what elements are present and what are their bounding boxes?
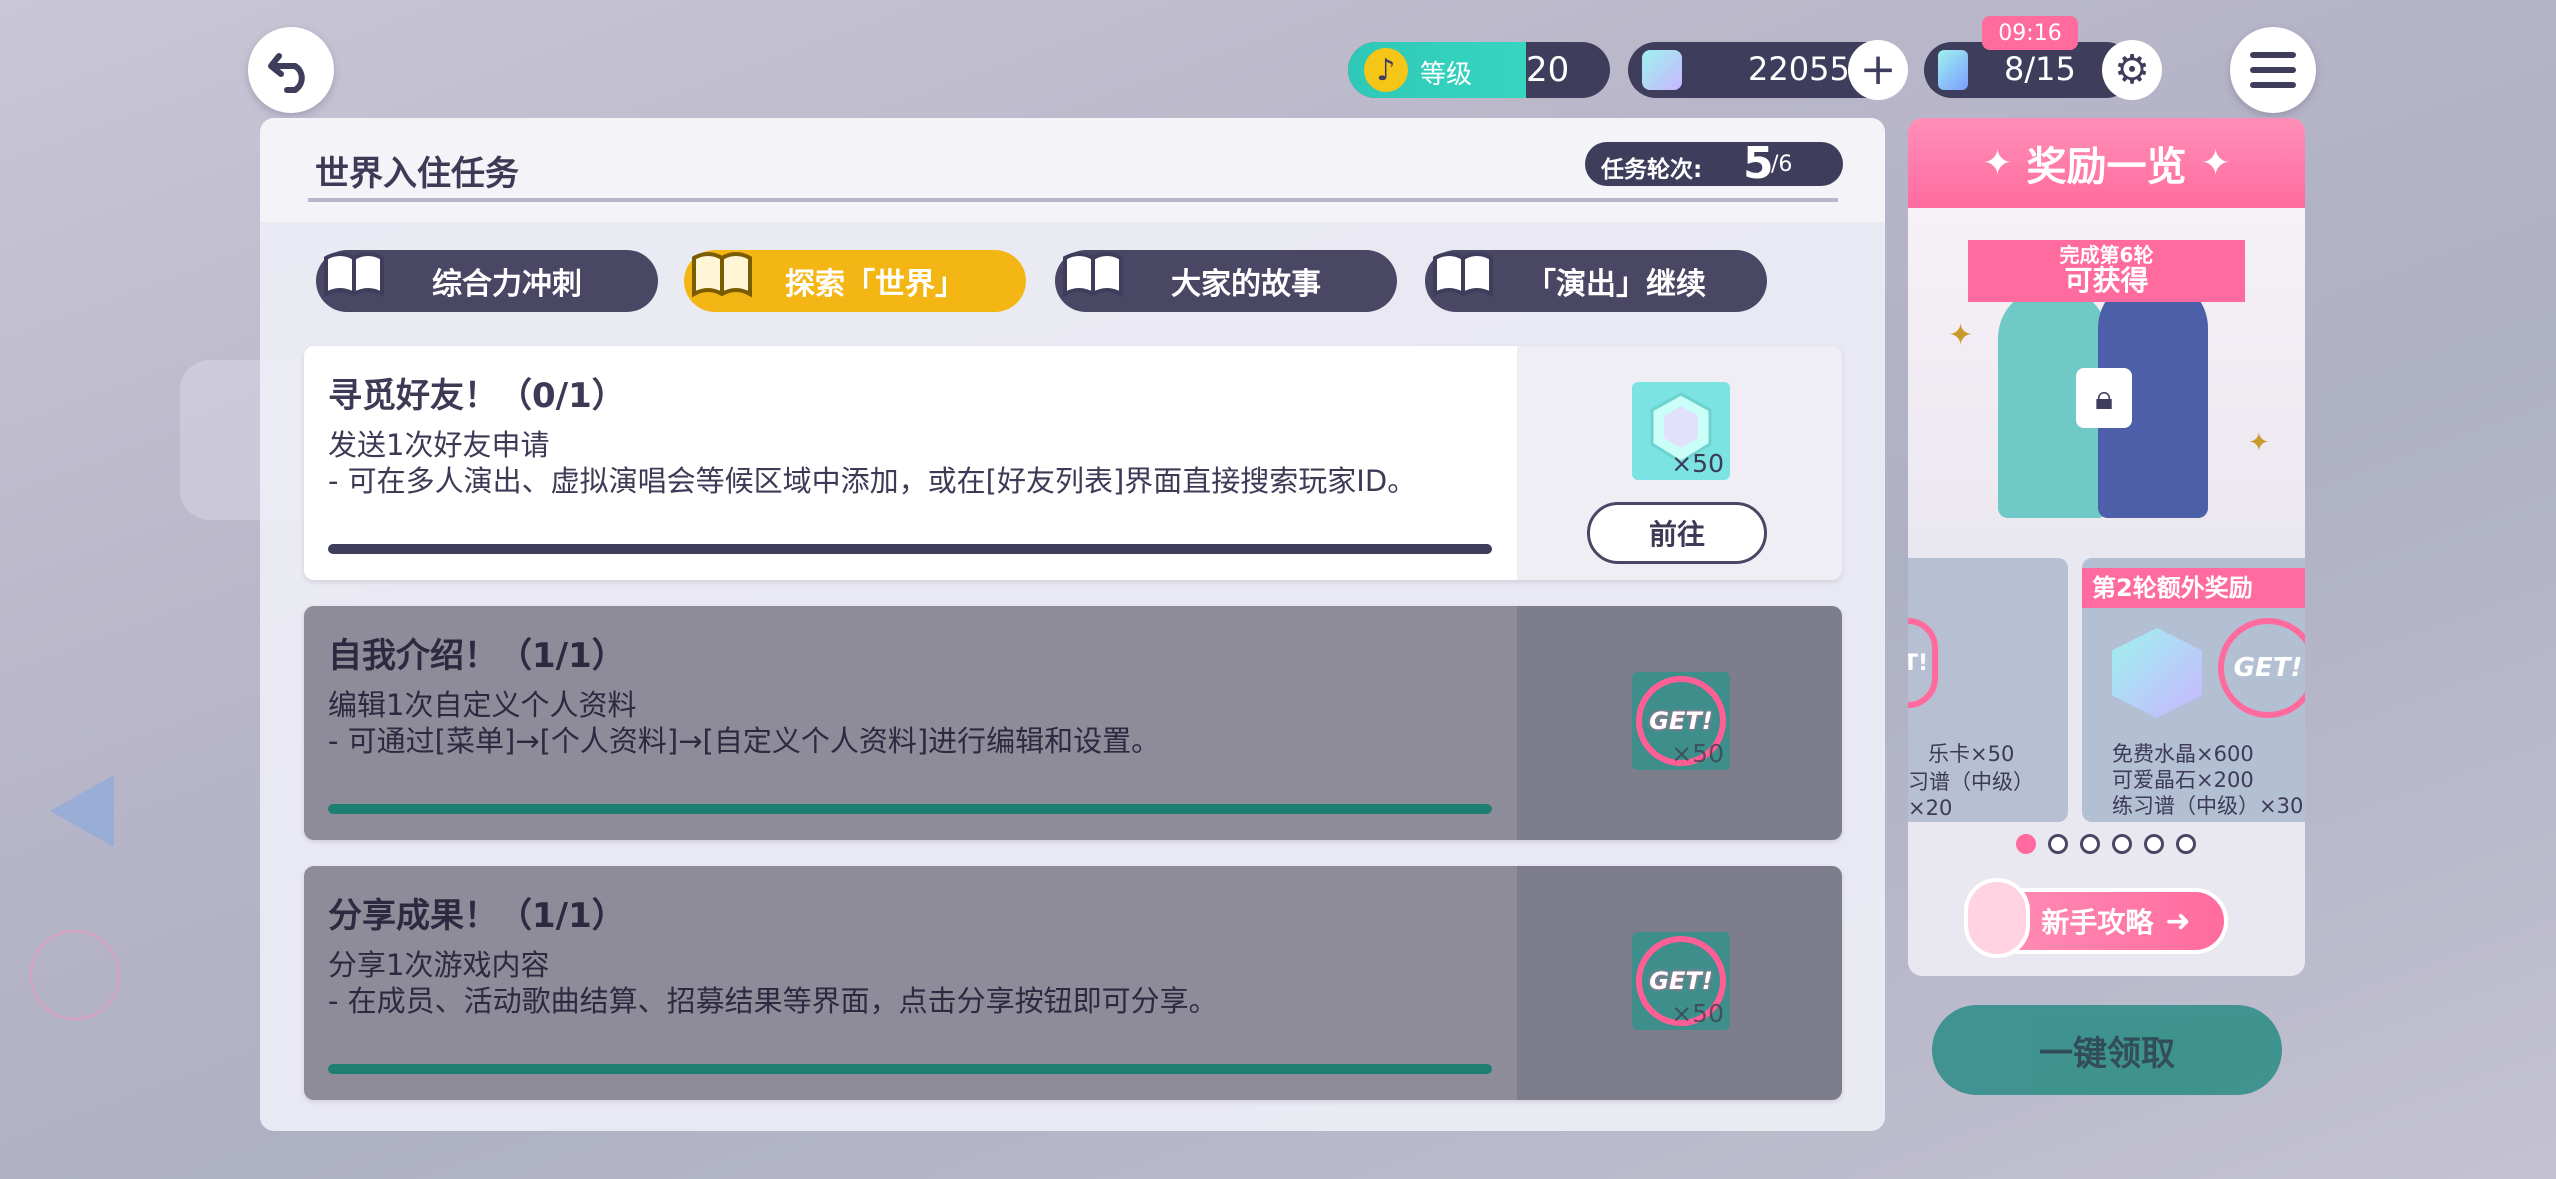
back-button[interactable]	[248, 27, 334, 113]
ribbon-bottom-text: 可获得	[2064, 264, 2149, 297]
round-label: 任务轮次:	[1601, 157, 1703, 183]
reward-list-header: ✦ 奖励一览 ✦	[1908, 118, 2305, 208]
tab-power-sprint[interactable]: 综合力冲刺	[316, 250, 658, 312]
task-description: - 可通过[菜单]→[个人资料]→[自定义个人资料]进行编辑和设置。	[328, 724, 1161, 758]
sparkle-icon: ✦	[1948, 318, 1974, 353]
reward-list-title: 奖励一览	[2026, 144, 2187, 190]
crystal-icon	[1642, 50, 1682, 90]
tab-label: 探索「世界」	[785, 267, 965, 302]
reward-card[interactable]: 第2轮额外奖励 GET! 免费水晶×600 可爱晶石×200 练习谱（中级）×3…	[2082, 558, 2305, 822]
book-icon	[692, 252, 752, 298]
crystal-reward-icon: ×50	[1632, 382, 1730, 480]
level-label: 等级	[1420, 60, 1473, 90]
ribbon-top-text: 完成第6轮	[2059, 243, 2154, 267]
carousel-dot[interactable]	[2112, 834, 2132, 854]
card-header: 第2轮额外奖励	[2082, 568, 2305, 608]
music-note-icon: ♪	[1364, 48, 1408, 92]
energy-icon	[1938, 50, 1968, 90]
task-title: 分享成果！（1/1）	[328, 896, 626, 936]
reward-quantity: ×50	[1671, 739, 1724, 768]
task-progress-bar	[328, 544, 1492, 554]
panel-title: 世界入住任务	[315, 154, 519, 194]
get-stamp: GET!	[1908, 618, 1938, 708]
book-icon	[324, 252, 384, 298]
gear-icon: ⚙	[2114, 47, 2150, 93]
round-total: /6	[1771, 152, 1793, 177]
reward-quantity: ×50	[1671, 999, 1724, 1028]
sparkle-icon: ✦	[2248, 428, 2270, 458]
header-divider	[308, 198, 1838, 202]
sparkle-icon: ✦	[2200, 142, 2231, 184]
hamburger-icon	[2250, 52, 2296, 88]
tab-label: 大家的故事	[1171, 267, 1321, 302]
goto-button[interactable]: 前往	[1587, 502, 1767, 564]
task-reward-area: ×50 前往	[1517, 346, 1842, 580]
reward-card[interactable]: GET! 乐卡×50 习谱（中级）×20	[1908, 558, 2068, 822]
reward-carousel[interactable]: GET! 乐卡×50 习谱（中级）×20 第2轮额外奖励 GET! 免费水晶×6…	[1908, 558, 2305, 822]
sparkle-icon: ✦	[1982, 142, 2013, 184]
prev-page-arrow-icon[interactable]	[50, 775, 114, 847]
tab-explore-world[interactable]: 探索「世界」	[684, 250, 1026, 312]
panel-header: 世界入住任务 任务轮次: 5 /6	[260, 118, 1885, 222]
task-progress-bar	[328, 1064, 1492, 1074]
reward-list-panel: ✦ 奖励一览 ✦ 🔒︎ ✦ ✦ 完成第6轮 可获得 GET! 乐卡×50 习谱（…	[1908, 118, 2305, 976]
energy-count: 8/15	[2004, 50, 2076, 88]
carousel-dot[interactable]	[2048, 834, 2068, 854]
background-ring	[30, 930, 120, 1020]
tab-performance-continue[interactable]: 「演出」继续	[1425, 250, 1767, 312]
tab-label: 「演出」继续	[1526, 267, 1706, 302]
reward-quantity: ×50	[1671, 449, 1724, 478]
card-line: 习谱（中级）×20	[1908, 770, 2034, 820]
add-crystal-button[interactable]: +	[1848, 40, 1908, 100]
carousel-dot[interactable]	[2016, 834, 2036, 854]
task-card-find-friend: 寻觅好友！（0/1） 发送1次好友申请 - 可在多人演出、虚拟演唱会等候区域中添…	[304, 346, 1842, 580]
back-arrow-icon	[268, 53, 305, 93]
round-current: 5	[1743, 138, 1774, 189]
get-stamp: GET!	[2218, 618, 2305, 718]
tab-label: 综合力冲刺	[432, 267, 582, 302]
menu-button[interactable]	[2230, 27, 2316, 113]
level-display: ♪ 等级 20	[1348, 42, 1610, 98]
claim-all-button[interactable]: 一键领取	[1932, 1005, 2282, 1095]
book-icon	[1063, 252, 1123, 298]
mascot-icon	[1964, 878, 2030, 958]
task-title: 自我介绍！（1/1）	[328, 636, 626, 676]
tab-everyones-story[interactable]: 大家的故事	[1055, 250, 1397, 312]
arrow-right-icon: ➜	[2165, 903, 2191, 939]
task-progress-bar	[328, 804, 1492, 814]
settings-button[interactable]: ⚙	[2102, 40, 2162, 100]
crystal-icon	[2112, 628, 2202, 718]
round-badge: 任务轮次: 5 /6	[1585, 138, 1843, 189]
level-value: 20	[1526, 50, 1570, 90]
lock-icon: 🔒︎	[2076, 368, 2132, 428]
task-card-self-intro: 自我介绍！（1/1） 编辑1次自定义个人资料 - 可通过[菜单]→[个人资料]→…	[304, 606, 1842, 840]
task-card-share: 分享成果！（1/1） 分享1次游戏内容 - 在成员、活动歌曲结算、招募结果等界面…	[304, 866, 1842, 1100]
task-info: 分享成果！（1/1） 分享1次游戏内容 - 在成员、活动歌曲结算、招募结果等界面…	[304, 866, 1517, 1100]
task-description: - 在成员、活动歌曲结算、招募结果等界面，点击分享按钮即可分享。	[328, 984, 1218, 1018]
task-info: 自我介绍！（1/1） 编辑1次自定义个人资料 - 可通过[菜单]→[个人资料]→…	[304, 606, 1517, 840]
plus-icon: +	[1859, 44, 1897, 95]
guide-label: 新手攻略	[2041, 906, 2154, 939]
task-title: 寻觅好友！（0/1）	[328, 376, 626, 416]
task-reward-area: GET! ×50	[1517, 866, 1842, 1100]
beginner-guide-button[interactable]: 新手攻略 ➜	[1964, 878, 2228, 958]
mission-panel: 世界入住任务 任务轮次: 5 /6 综合力冲刺 探索「世界」 大家的故事 「演出…	[260, 118, 1885, 1131]
crystal-reward-icon: GET! ×50	[1632, 932, 1730, 1030]
book-icon	[1433, 252, 1493, 298]
task-reward-area: GET! ×50	[1517, 606, 1842, 840]
crystal-reward-icon: GET! ×50	[1632, 672, 1730, 770]
reward-ribbon: 完成第6轮 可获得	[1968, 240, 2245, 302]
crystal-count: 22055	[1748, 50, 1850, 88]
card-line: 乐卡×50	[1928, 742, 2015, 766]
task-info: 寻觅好友！（0/1） 发送1次好友申请 - 可在多人演出、虚拟演唱会等候区域中添…	[304, 346, 1517, 580]
energy-timer-badge: 09:16	[1982, 16, 2078, 50]
task-description: - 可在多人演出、虚拟演唱会等候区域中添加，或在[好友列表]界面直接搜索玩家ID…	[328, 464, 1417, 498]
card-line: 练习谱（中级）×30	[2112, 794, 2304, 818]
carousel-dot[interactable]	[2176, 834, 2196, 854]
carousel-dots	[2016, 834, 2196, 854]
carousel-dot[interactable]	[2080, 834, 2100, 854]
carousel-dot[interactable]	[2144, 834, 2164, 854]
